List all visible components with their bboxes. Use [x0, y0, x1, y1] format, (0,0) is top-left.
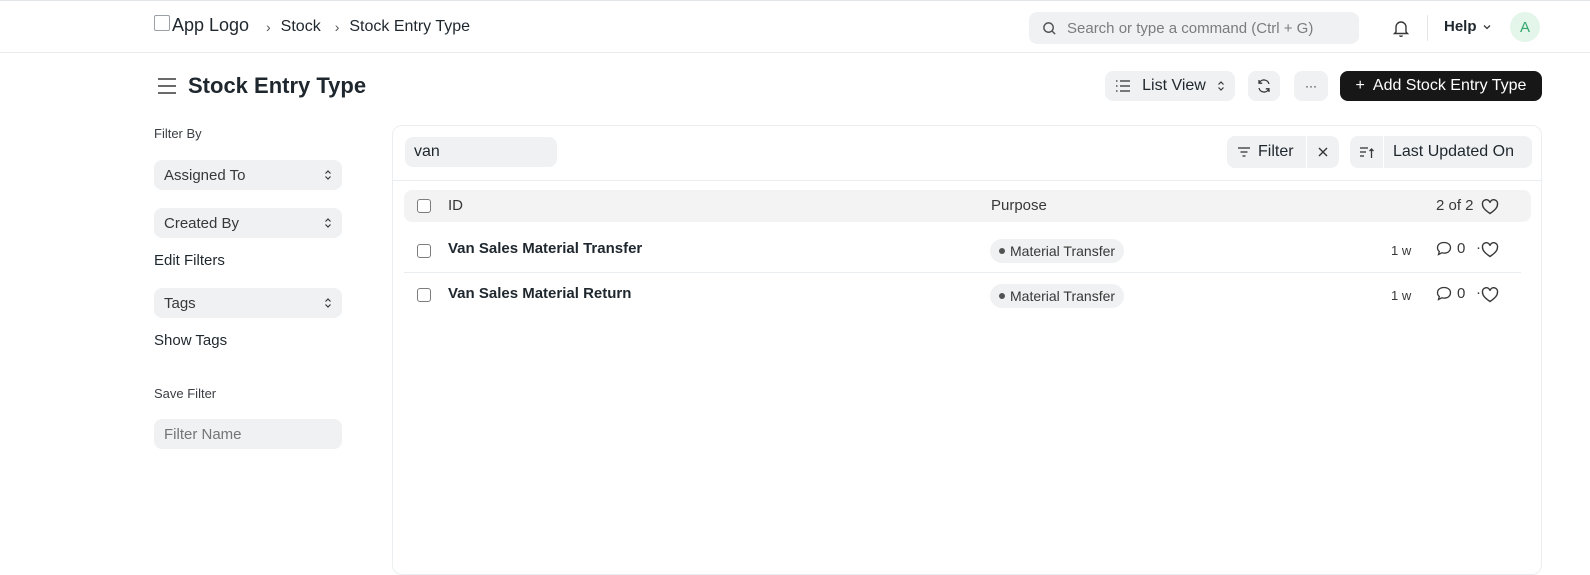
filter-group: Filter [1227, 136, 1339, 168]
created-by-select[interactable]: Created By [154, 208, 342, 238]
view-switcher-button[interactable]: List View [1105, 71, 1235, 101]
broken-image-icon [154, 14, 170, 31]
select-caret-icon [325, 170, 331, 180]
tags-select[interactable]: Tags [154, 288, 342, 318]
sort-order-button[interactable] [1350, 136, 1384, 168]
row-checkbox[interactable] [417, 244, 431, 258]
comment-icon [1436, 286, 1452, 301]
select-caret-icon [325, 298, 331, 308]
notification-bell-icon[interactable] [1390, 17, 1412, 39]
heart-icon[interactable] [1481, 287, 1499, 303]
select-caret-icon [325, 218, 331, 228]
clear-filters-button[interactable] [1307, 136, 1339, 168]
navbar: App Logo › Stock › Stock Entry Type Help… [0, 0, 1590, 53]
add-button-label: Add Stock Entry Type [1372, 77, 1527, 94]
sort-ascending-icon [1359, 147, 1374, 158]
column-header-purpose: Purpose [991, 197, 1047, 214]
heart-icon[interactable] [1481, 242, 1499, 258]
ellipsis-icon: ··· [1305, 79, 1317, 93]
filter-by-label: Filter By [154, 126, 202, 141]
row-checkbox[interactable] [417, 288, 431, 302]
chevron-down-icon [1483, 24, 1490, 29]
view-switcher-label: List View [1142, 77, 1206, 94]
sort-selector: Last Updated On [1350, 136, 1532, 168]
search-icon [1043, 21, 1056, 35]
assigned-to-select[interactable]: Assigned To [154, 160, 342, 190]
select-all-checkbox[interactable] [417, 199, 431, 213]
breadcrumb: › Stock › Stock Entry Type [266, 18, 484, 36]
user-avatar[interactable]: A [1510, 12, 1540, 42]
comment-count-value: 0 [1457, 285, 1466, 302]
app-logo-alt-text: App Logo [172, 15, 250, 35]
refresh-button[interactable] [1248, 71, 1280, 101]
status-dot-icon [999, 293, 1005, 299]
list-panel: Filter Last Updated On ID Purpose 2 of 2… [392, 125, 1542, 575]
heart-icon[interactable] [1481, 199, 1499, 215]
save-filter-label: Save Filter [154, 386, 217, 401]
chevron-right-icon: › [266, 19, 271, 35]
list-row[interactable]: Van Sales Material Return Material Trans… [404, 273, 1521, 318]
search-input[interactable] [1067, 19, 1347, 37]
created-by-label: Created By [164, 214, 240, 232]
breadcrumb-stock-entry-type[interactable]: Stock Entry Type [349, 18, 470, 36]
assigned-to-label: Assigned To [164, 166, 246, 184]
list-icon [1116, 80, 1130, 92]
filter-label: Filter [1258, 143, 1294, 160]
row-title-link[interactable]: Van Sales Material Return [448, 285, 631, 302]
modified-timestamp: 1 w [1391, 243, 1412, 258]
refresh-icon [1258, 79, 1270, 93]
sidebar-toggle-icon[interactable] [157, 77, 177, 95]
plus-icon: + [1355, 77, 1365, 94]
close-icon [1318, 147, 1328, 157]
chevron-right-icon: › [334, 19, 340, 35]
sort-by-button[interactable]: Last Updated On [1384, 143, 1514, 161]
more-actions-button[interactable]: ··· [1294, 71, 1328, 101]
list-row[interactable]: Van Sales Material Transfer Material Tra… [404, 228, 1521, 273]
modified-timestamp: 1 w [1391, 288, 1412, 303]
purpose-value: Material Transfer [1010, 243, 1116, 259]
select-caret-icon [1218, 81, 1224, 91]
status-dot-icon [999, 248, 1005, 254]
list-header: ID Purpose 2 of 2 [404, 190, 1531, 222]
row-title-link[interactable]: Van Sales Material Transfer [448, 240, 642, 257]
filter-name-input[interactable] [154, 419, 342, 449]
comment-count[interactable]: 0 [1436, 285, 1465, 302]
comment-icon [1436, 241, 1452, 256]
filter-icon [1238, 147, 1250, 157]
show-tags-link[interactable]: Show Tags [154, 332, 227, 349]
add-stock-entry-type-button[interactable]: + Add Stock Entry Type [1340, 71, 1542, 101]
app-logo[interactable]: App Logo [154, 14, 250, 36]
navbar-divider [1427, 15, 1428, 41]
tags-label: Tags [164, 294, 196, 312]
purpose-indicator-pill[interactable]: Material Transfer [990, 284, 1125, 308]
list-count: 2 of 2 [1436, 197, 1474, 214]
id-filter-input[interactable] [405, 137, 557, 167]
purpose-indicator-pill[interactable]: Material Transfer [990, 239, 1125, 263]
help-label: Help [1444, 18, 1477, 35]
filter-button[interactable]: Filter [1227, 136, 1307, 168]
page-title: Stock Entry Type [188, 73, 367, 98]
edit-filters-link[interactable]: Edit Filters [154, 252, 225, 269]
list-filter-bar: Filter Last Updated On [393, 126, 1541, 181]
comment-count-value: 0 [1457, 240, 1466, 257]
breadcrumb-stock[interactable]: Stock [281, 18, 321, 36]
column-header-id: ID [448, 197, 463, 214]
help-dropdown[interactable]: Help [1444, 18, 1492, 35]
purpose-value: Material Transfer [1010, 288, 1116, 304]
comment-count[interactable]: 0 [1436, 240, 1465, 257]
awesomebar-search[interactable] [1029, 12, 1359, 44]
